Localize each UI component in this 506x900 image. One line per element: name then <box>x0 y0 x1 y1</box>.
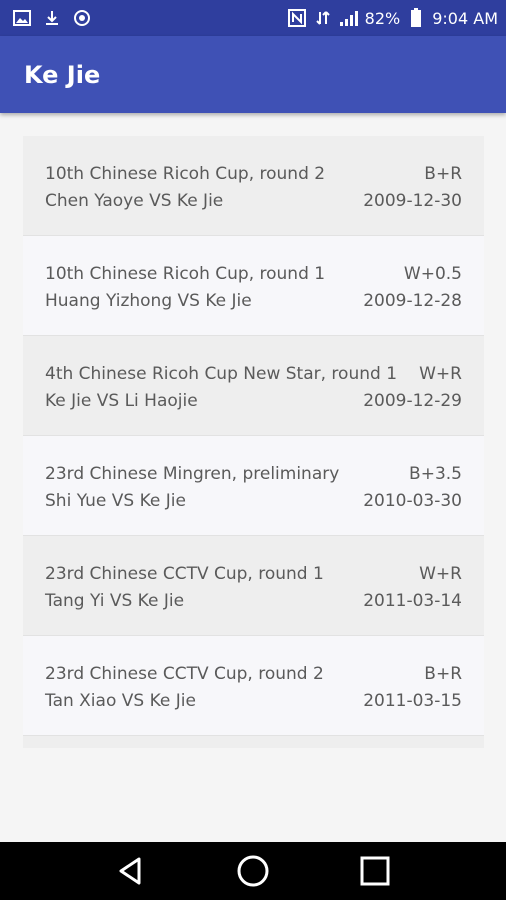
list-item[interactable]: 23rd Chinese CCTV Cup, round 2 B+R Tan X… <box>23 636 484 736</box>
game-result: W+0.5 <box>403 263 462 284</box>
event-name: 10th Chinese Ricoh Cup, round 1 <box>45 263 326 284</box>
game-date: 2009-12-30 <box>363 190 462 211</box>
battery-percent: 82% <box>364 8 401 28</box>
game-result: B+R <box>424 163 462 184</box>
game-date: 2010-03-30 <box>363 490 462 511</box>
list-item[interactable]: 4th Chinese Ricoh Cup New Star, round 1 … <box>23 336 484 436</box>
list-item[interactable]: 10th Chinese Ricoh Cup, round 1 W+0.5 Hu… <box>23 236 484 336</box>
data-icon <box>313 8 333 28</box>
list-item[interactable]: 23rd Chinese Mingren, preliminary B+3.5 … <box>23 436 484 536</box>
list-item-bottom-line: Tan Xiao VS Ke Jie 2011-03-15 <box>45 687 462 714</box>
download-icon <box>42 8 62 28</box>
game-date: 2009-12-28 <box>363 290 462 311</box>
image-icon <box>12 8 32 28</box>
players: Chen Yaoye VS Ke Jie <box>45 190 224 211</box>
list-item-bottom-line: Chen Yaoye VS Ke Jie 2009-12-30 <box>45 187 462 214</box>
status-left <box>12 8 92 28</box>
clock: 9:04 AM <box>432 8 498 28</box>
players: Tan Xiao VS Ke Jie <box>45 690 196 711</box>
nfc-icon <box>287 8 307 28</box>
list-item-top-line: 10th Chinese Ricoh Cup, round 2 B+R <box>45 160 462 187</box>
game-result: W+R <box>419 563 462 584</box>
event-name: 23rd Chinese Mingren, preliminary <box>45 463 340 484</box>
back-icon[interactable] <box>111 851 151 891</box>
game-result: B+R <box>424 663 462 684</box>
game-result: B+3.5 <box>409 463 462 484</box>
event-name: 23rd Chinese CCTV Cup, round 1 <box>45 563 324 584</box>
sync-icon <box>72 8 92 28</box>
list-item-bottom-line: Shi Yue VS Ke Jie 2010-03-30 <box>45 487 462 514</box>
list-item[interactable]: 10th Chinese Ricoh Cup, round 2 B+R Chen… <box>23 136 484 236</box>
game-list[interactable]: 10th Chinese Ricoh Cup, round 2 B+R Chen… <box>23 136 484 748</box>
game-date: 2011-03-15 <box>363 690 462 711</box>
list-item[interactable]: 23rd Chinese CCTV Cup, round 1 W+R Tang … <box>23 536 484 636</box>
event-name: 23rd Chinese CCTV Cup, round 2 <box>45 663 324 684</box>
game-date: 2009-12-29 <box>363 390 462 411</box>
game-result: W+R <box>419 363 462 384</box>
list-item-top-line: 23rd Chinese CCTV Cup, round 2 B+R <box>45 660 462 687</box>
list-item-bottom-line: Huang Yizhong VS Ke Jie 2009-12-28 <box>45 287 462 314</box>
list-item-top-line: 23rd Chinese CCTV Cup, round 1 W+R <box>45 560 462 587</box>
players: Huang Yizhong VS Ke Jie <box>45 290 252 311</box>
list-item-top-line: 4th Chinese Ricoh Cup New Star, round 1 … <box>45 360 462 387</box>
battery-icon <box>406 8 426 28</box>
game-date: 2011-03-14 <box>363 590 462 611</box>
list-item-bottom-line: Ke Jie VS Li Haojie 2009-12-29 <box>45 387 462 414</box>
players: Ke Jie VS Li Haojie <box>45 390 198 411</box>
event-name: 4th Chinese Ricoh Cup New Star, round 1 <box>45 363 398 384</box>
signal-icon <box>339 8 359 28</box>
recents-icon[interactable] <box>355 851 395 891</box>
list-item-partial[interactable] <box>23 736 484 748</box>
players: Tang Yi VS Ke Jie <box>45 590 185 611</box>
status-right: 82% 9:04 AM <box>287 8 498 28</box>
home-icon[interactable] <box>233 851 273 891</box>
app-bar: Ke Jie <box>0 36 506 113</box>
status-bar: 82% 9:04 AM <box>0 0 506 36</box>
page-title: Ke Jie <box>24 60 101 89</box>
navigation-bar <box>0 842 506 900</box>
list-item-top-line: 23rd Chinese Mingren, preliminary B+3.5 <box>45 460 462 487</box>
list-item-top-line: 10th Chinese Ricoh Cup, round 1 W+0.5 <box>45 260 462 287</box>
players: Shi Yue VS Ke Jie <box>45 490 186 511</box>
list-item-bottom-line: Tang Yi VS Ke Jie 2011-03-14 <box>45 587 462 614</box>
event-name: 10th Chinese Ricoh Cup, round 2 <box>45 163 326 184</box>
